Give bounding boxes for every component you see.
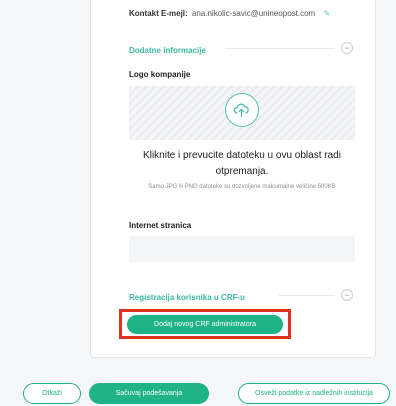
- edit-icon[interactable]: ✎: [323, 9, 330, 18]
- cloud-upload-icon: [225, 93, 259, 127]
- additional-info-header[interactable]: Dodatne informacije −: [129, 40, 353, 56]
- contact-email-row: Kontakt E-mejl: ana.nikolic-savic@unineo…: [129, 9, 369, 18]
- settings-page: Kontakt E-mejl: ana.nikolic-savic@unineo…: [0, 0, 396, 406]
- logo-label: Logo kompanije: [129, 70, 191, 79]
- contact-email-value: ana.nikolic-savic@unineopost.com: [191, 9, 316, 18]
- section-divider: [225, 48, 335, 49]
- section-divider: [279, 295, 335, 296]
- cancel-button[interactable]: Otkaži: [23, 383, 81, 404]
- dropzone-instructions: Kliknite i prevucite datoteku u ovu obla…: [143, 150, 341, 177]
- logo-dropzone[interactable]: [129, 86, 355, 140]
- website-label: Internet stranica: [129, 221, 192, 230]
- contact-email-label: Kontakt E-mejl:: [129, 9, 188, 18]
- website-input[interactable]: [129, 236, 355, 262]
- crf-registration-title: Registracija korisnika u CRF-u: [129, 293, 246, 302]
- highlight-box: Dodaj novog CRF administratora: [119, 309, 291, 339]
- dropzone-file-hint: Samo JPG ili PNG datoteke su dozvoljene …: [148, 184, 336, 190]
- crf-registration-header[interactable]: Registracija korisnika u CRF-u −: [129, 287, 353, 303]
- refresh-data-button[interactable]: Osveži podatke iz nadležnih institucija: [238, 383, 390, 404]
- save-settings-button[interactable]: Sačuvaj podešavanja: [89, 383, 209, 404]
- collapse-icon[interactable]: −: [341, 42, 353, 54]
- add-crf-admin-button[interactable]: Dodaj novog CRF administratora: [127, 315, 283, 334]
- additional-info-title: Dodatne informacije: [129, 46, 206, 55]
- collapse-icon[interactable]: −: [341, 289, 353, 301]
